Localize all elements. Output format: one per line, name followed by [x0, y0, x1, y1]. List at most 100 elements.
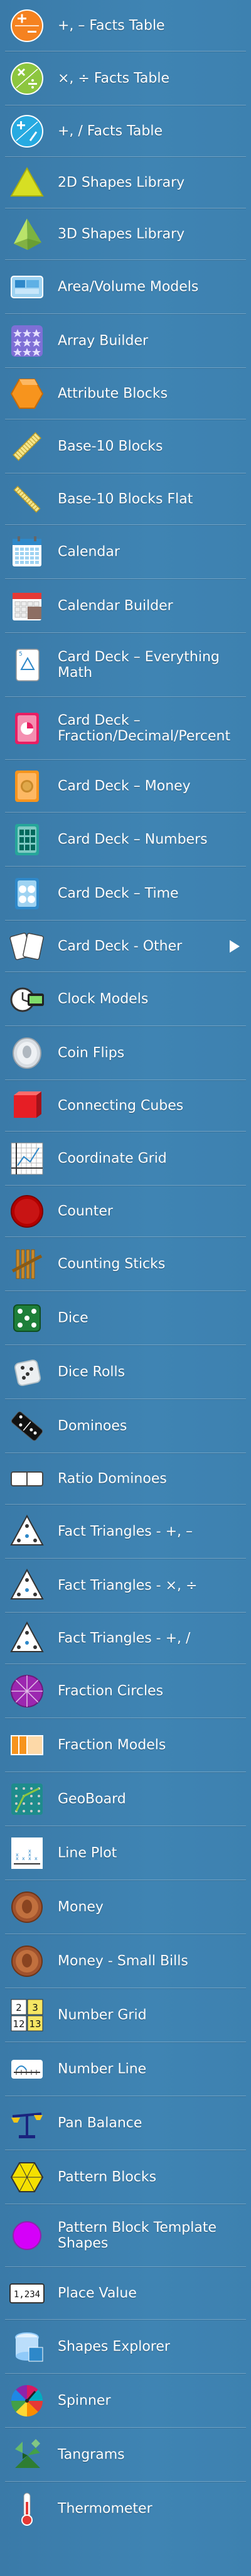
calendar-icon [9, 534, 45, 570]
menu-item[interactable]: Dice Rolls [0, 1345, 251, 1399]
menu-item[interactable]: GeoBoard [0, 1772, 251, 1826]
menu-item[interactable]: Pattern Blocks [0, 2150, 251, 2204]
tangram-icon [9, 2437, 45, 2473]
money-card-icon [9, 768, 45, 804]
menu-item[interactable]: Area/Volume Models [0, 260, 251, 314]
times-divide-icon [9, 60, 45, 97]
menu-item[interactable]: Ratio Dominoes [0, 1453, 251, 1505]
cards-icon [9, 928, 45, 965]
menu-item-label: Card Deck - Other [58, 938, 183, 955]
number-grid-icon: 2 3 12 13 [9, 1997, 45, 2033]
menu-item-label: ×, ÷ Facts Table [58, 70, 170, 87]
pyramid-icon [9, 216, 45, 252]
menu-item-label: Thermometer [58, 2501, 152, 2517]
time-card-icon [9, 875, 45, 912]
fraction-circle-icon [9, 1673, 45, 1709]
menu-item[interactable]: Attribute Blocks [0, 368, 251, 419]
svg-text:x: x [16, 1852, 19, 1858]
menu-item[interactable]: Clock Models [0, 972, 251, 1026]
menu-item[interactable]: 2 3 12 13 Number Grid [0, 1988, 251, 2042]
menu-item[interactable]: Card Deck - Other [0, 921, 251, 972]
menu-item[interactable]: Calendar [0, 525, 251, 579]
menu-item[interactable]: Dice [0, 1291, 251, 1345]
menu-item-label: Spinner [58, 2393, 111, 2409]
menu-item[interactable]: Fraction Circles [0, 1664, 251, 1718]
menu-item[interactable]: Counter [0, 1186, 251, 1237]
menu-item-label: Tangrams [58, 2447, 125, 2463]
number-line-icon [9, 2051, 45, 2087]
menu-item[interactable]: Money [0, 1880, 251, 1934]
menu-item[interactable]: Coin Flips [0, 1026, 251, 1080]
menu-item[interactable]: +, / Facts Table [0, 106, 251, 157]
cube-icon [9, 1088, 45, 1124]
coin-icon [9, 1035, 45, 1071]
menu-item[interactable]: Connecting Cubes [0, 1080, 251, 1132]
menu-item[interactable]: Fact Triangles - +, / [0, 1613, 251, 1664]
menu-item-label: Pattern Block Template Shapes [58, 2220, 217, 2251]
spinner-icon [9, 2383, 45, 2419]
menu-item[interactable]: Dominoes [0, 1399, 251, 1453]
menu-item-label: Coin Flips [58, 1045, 125, 1061]
flat-rod-icon [9, 481, 45, 517]
rod-icon [9, 428, 45, 465]
menu-item[interactable]: Array Builder [0, 314, 251, 368]
coordinate-grid-icon [9, 1140, 45, 1177]
place-value-number: 1,234 [14, 2290, 40, 2300]
menu-item-label: Pattern Blocks [58, 2169, 157, 2185]
numbers-card-icon [9, 821, 45, 858]
menu-item[interactable]: 2D Shapes Library [0, 157, 251, 208]
menu-item-label: Card Deck – Numbers [58, 831, 208, 848]
menu-item[interactable]: Card Deck – Money [0, 760, 251, 813]
menu-item-label: Base-10 Blocks [58, 438, 163, 455]
menu-item-label: +, / Facts Table [58, 123, 163, 139]
menu-item[interactable]: 1,234 Place Value [0, 2267, 251, 2320]
fraction-model-icon [9, 1727, 45, 1763]
menu-item-label: Connecting Cubes [58, 1098, 184, 1114]
menu-item[interactable]: 5 Card Deck – Everything Math [0, 633, 251, 697]
menu-item[interactable]: Spinner [0, 2374, 251, 2428]
chevron-right-icon[interactable] [230, 940, 240, 953]
menu-item[interactable]: Thermometer [0, 2482, 251, 2536]
fraction-card-icon [9, 710, 45, 747]
menu-item[interactable]: Fact Triangles - ×, ÷ [0, 1559, 251, 1613]
fact-triangle-icon [9, 1513, 45, 1550]
svg-text:5: 5 [19, 651, 23, 658]
number-grid-cell: 12 [13, 2018, 24, 2030]
menu-item[interactable]: Counting Sticks [0, 1237, 251, 1291]
menu-item[interactable]: Shapes Explorer [0, 2320, 251, 2374]
menu-item[interactable]: +, – Facts Table [0, 0, 251, 51]
menu-item[interactable]: Calendar Builder [0, 579, 251, 633]
menu-item[interactable]: Card Deck – Fraction/Decimal/Percent [0, 697, 251, 760]
menu-item-label: Coordinate Grid [58, 1150, 167, 1167]
menu-item[interactable]: Base-10 Blocks [0, 419, 251, 474]
menu-item-label: Dominoes [58, 1418, 127, 1434]
menu-item-label: Card Deck – Time [58, 885, 179, 902]
menu-item[interactable]: 3D Shapes Library [0, 208, 251, 260]
menu-item[interactable]: Pan Balance [0, 2096, 251, 2150]
place-value-icon: 1,234 [9, 2275, 45, 2312]
sticks-icon [9, 1246, 45, 1282]
menu-item[interactable]: Card Deck – Numbers [0, 813, 251, 867]
menu-item-label: Fact Triangles - +, / [58, 1630, 191, 1647]
menu-item[interactable]: Number Line [0, 2042, 251, 2096]
menu-item[interactable]: ×, ÷ Facts Table [0, 51, 251, 106]
menu-item[interactable]: Tangrams [0, 2428, 251, 2482]
ratio-domino-icon [9, 1461, 45, 1497]
menu-item-label: Card Deck – Fraction/Decimal/Percent [58, 713, 231, 744]
menu-item[interactable]: Fraction Models [0, 1718, 251, 1772]
number-grid-cell: 2 [16, 2002, 22, 2013]
area-model-icon [9, 269, 45, 305]
balance-icon [9, 2105, 45, 2141]
menu-item-label: Place Value [58, 2285, 137, 2302]
dice-roll-icon [9, 1354, 45, 1390]
menu-item[interactable]: Money - Small Bills [0, 1934, 251, 1988]
menu-item[interactable]: x x x x x x x Line Plot [0, 1826, 251, 1880]
menu-item[interactable]: Fact Triangles - +, – [0, 1505, 251, 1559]
money-icon [9, 1889, 45, 1925]
menu-item[interactable]: Pattern Block Template Shapes [0, 2204, 251, 2267]
menu-item[interactable]: Coordinate Grid [0, 1132, 251, 1186]
hexagon-block-icon [9, 376, 45, 412]
menu-item[interactable]: Base-10 Blocks Flat [0, 474, 251, 525]
menu-item[interactable]: Card Deck – Time [0, 867, 251, 921]
menu-item-label: Fact Triangles - ×, ÷ [58, 1578, 198, 1594]
